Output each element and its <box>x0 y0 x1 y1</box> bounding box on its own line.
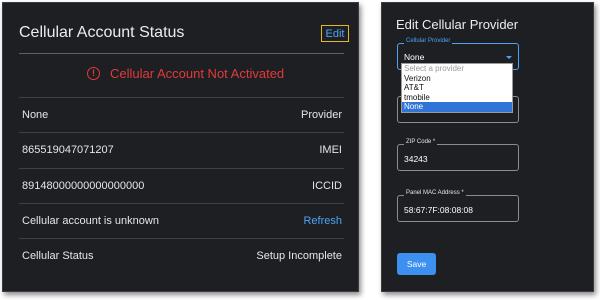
header-divider <box>19 53 344 54</box>
provider-value: None <box>22 109 49 121</box>
provider-label: Provider <box>301 109 342 121</box>
imei-row: 865519047071207 IMEI <box>19 133 344 167</box>
zip-code-label: ZIP Code * <box>404 139 438 145</box>
caret-down-icon <box>506 56 512 59</box>
mac-address-field[interactable]: Panel MAC Address * 58:67:7F:08:08:08 <box>397 190 519 222</box>
edit-button[interactable]: Edit <box>321 25 349 42</box>
cellular-provider-value: None <box>404 52 425 62</box>
cellular-status-row: Cellular Status Setup Incomplete <box>19 239 344 273</box>
imei-label: IMEI <box>319 144 342 156</box>
mac-address-label: Panel MAC Address * <box>404 190 466 196</box>
alert-circle-icon: ! <box>87 67 100 80</box>
dropdown-option-att[interactable]: AT&T <box>402 83 512 93</box>
edit-cellular-provider-panel: Edit Cellular Provider Cellular Provider… <box>381 2 594 292</box>
iccid-value: 89148000000000000000 <box>22 180 145 192</box>
save-button[interactable]: Save <box>397 253 436 275</box>
provider-panel-title: Edit Cellular Provider <box>396 17 519 32</box>
mac-address-value: 58:67:7F:08:08:08 <box>404 205 474 215</box>
activation-alert: ! Cellular Account Not Activated <box>87 66 284 81</box>
account-status-text: Cellular account is unknown <box>22 215 159 227</box>
provider-dropdown-list[interactable]: Select a provider Verizon AT&T tmobile N… <box>401 63 513 113</box>
zip-code-field[interactable]: ZIP Code * 34243 <box>397 139 519 171</box>
cellular-status-label: Cellular Status <box>22 250 94 262</box>
alert-text: Cellular Account Not Activated <box>110 66 285 81</box>
dropdown-option-verizon[interactable]: Verizon <box>402 74 512 84</box>
provider-row: None Provider <box>19 98 344 132</box>
status-panel-title: Cellular Account Status <box>19 24 185 41</box>
imei-value: 865519047071207 <box>22 144 114 156</box>
account-row: Cellular account is unknown Refresh <box>19 204 344 238</box>
cellular-status-value: Setup Incomplete <box>256 250 342 262</box>
dropdown-option-tmobile[interactable]: tmobile <box>402 93 512 103</box>
cellular-provider-label: Cellular Provider <box>404 38 453 44</box>
refresh-link[interactable]: Refresh <box>303 215 344 227</box>
dropdown-option-placeholder[interactable]: Select a provider <box>402 64 512 74</box>
cellular-account-status-panel: Cellular Account Status Edit ! Cellular … <box>2 2 359 292</box>
dropdown-option-none[interactable]: None <box>402 102 512 112</box>
iccid-row: 89148000000000000000 ICCID <box>19 169 344 203</box>
iccid-label: ICCID <box>312 180 342 192</box>
zip-code-value: 34243 <box>404 154 428 164</box>
